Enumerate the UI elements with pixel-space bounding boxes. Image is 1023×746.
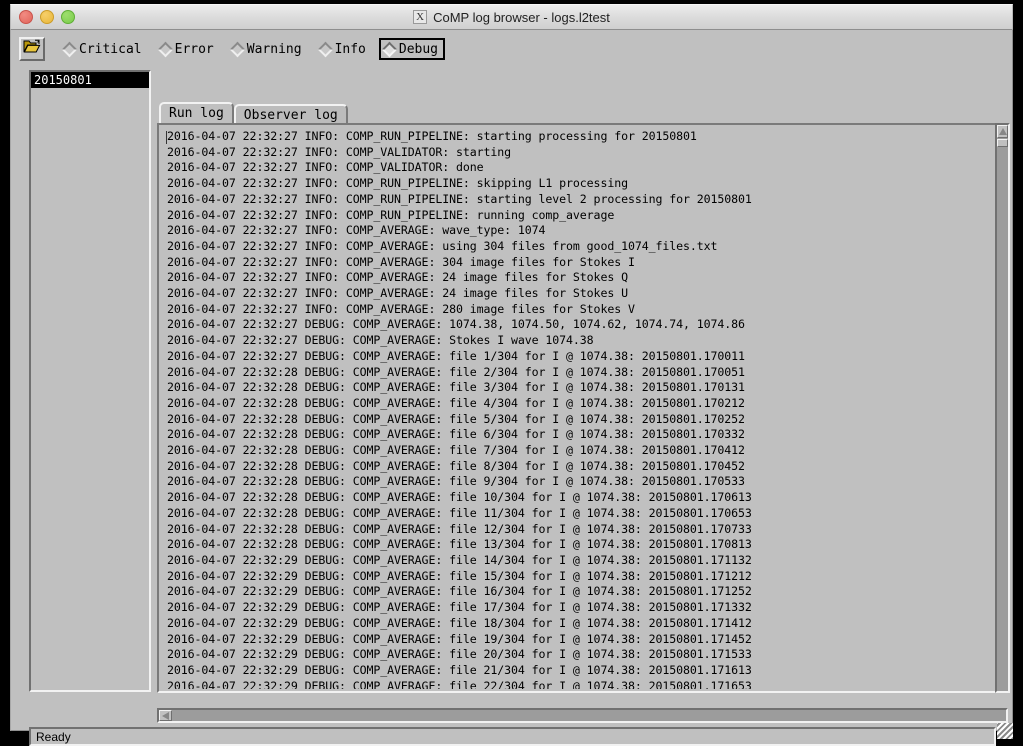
log-line: 2016-04-07 22:32:28 DEBUG: COMP_AVERAGE:… — [167, 427, 1004, 443]
log-line: 2016-04-07 22:32:29 DEBUG: COMP_AVERAGE:… — [167, 600, 1004, 616]
log-line: 2016-04-07 22:32:27 INFO: COMP_AVERAGE: … — [167, 286, 1004, 302]
window-controls — [19, 10, 75, 24]
log-line: 2016-04-07 22:32:28 DEBUG: COMP_AVERAGE:… — [167, 365, 1004, 381]
vertical-scrollbar[interactable] — [995, 123, 1010, 693]
log-line: 2016-04-07 22:32:27 DEBUG: COMP_AVERAGE:… — [167, 317, 1004, 333]
log-line: 2016-04-07 22:32:29 DEBUG: COMP_AVERAGE:… — [167, 632, 1004, 648]
title-bar: X CoMP log browser - logs.l2test — [10, 4, 1013, 30]
window-title-group: X CoMP log browser - logs.l2test — [11, 10, 1012, 25]
horizontal-scrollbar[interactable] — [157, 708, 1008, 723]
log-level-label: Debug — [399, 42, 438, 57]
log-line: 2016-04-07 22:32:29 DEBUG: COMP_AVERAGE:… — [167, 647, 1004, 663]
log-level-info[interactable]: Info — [315, 38, 373, 60]
minimize-button[interactable] — [40, 10, 54, 24]
log-line: 2016-04-07 22:32:28 DEBUG: COMP_AVERAGE:… — [167, 380, 1004, 396]
close-button[interactable] — [19, 10, 33, 24]
log-line: 2016-04-07 22:32:28 DEBUG: COMP_AVERAGE:… — [167, 412, 1004, 428]
scroll-up-icon — [999, 128, 1007, 135]
log-line: 2016-04-07 22:32:27 INFO: COMP_RUN_PIPEL… — [167, 192, 1004, 208]
list-item[interactable]: 20150801 — [31, 72, 149, 88]
log-level-label: Warning — [247, 42, 302, 57]
resize-grip[interactable] — [997, 723, 1013, 739]
log-line: 2016-04-07 22:32:27 INFO: COMP_AVERAGE: … — [167, 255, 1004, 271]
application-window: X CoMP log browser - logs.l2test Crit — [10, 4, 1013, 731]
radio-diamond-icon — [157, 41, 173, 57]
open-folder-icon — [23, 39, 41, 59]
log-line: 2016-04-07 22:32:27 INFO: COMP_VALIDATOR… — [167, 160, 1004, 176]
log-panel: 2016-04-07 22:32:27 INFO: COMP_RUN_PIPEL… — [157, 123, 1008, 693]
radio-diamond-icon — [317, 41, 333, 57]
log-line: 2016-04-07 22:32:29 DEBUG: COMP_AVERAGE:… — [167, 679, 1004, 689]
log-line: 2016-04-07 22:32:27 INFO: COMP_VALIDATOR… — [167, 145, 1004, 161]
client-area: Critical Error Warning Info Debug 201508… — [10, 30, 1013, 731]
scroll-left-button[interactable] — [159, 710, 172, 721]
date-list[interactable]: 20150801 — [29, 70, 151, 692]
x11-app-icon: X — [413, 10, 427, 24]
log-line: 2016-04-07 22:32:27 DEBUG: COMP_AVERAGE:… — [167, 349, 1004, 365]
toolbar: Critical Error Warning Info Debug — [15, 34, 451, 64]
log-line: 2016-04-07 22:32:29 DEBUG: COMP_AVERAGE:… — [167, 663, 1004, 679]
log-line: 2016-04-07 22:32:27 INFO: COMP_RUN_PIPEL… — [167, 129, 1004, 145]
log-level-warning[interactable]: Warning — [227, 38, 309, 60]
log-level-error[interactable]: Error — [155, 38, 221, 60]
log-line: 2016-04-07 22:32:29 DEBUG: COMP_AVERAGE:… — [167, 553, 1004, 569]
log-line: 2016-04-07 22:32:28 DEBUG: COMP_AVERAGE:… — [167, 490, 1004, 506]
log-text-area[interactable]: 2016-04-07 22:32:27 INFO: COMP_RUN_PIPEL… — [161, 127, 1004, 689]
window-title: CoMP log browser - logs.l2test — [433, 10, 610, 25]
log-line: 2016-04-07 22:32:27 INFO: COMP_AVERAGE: … — [167, 270, 1004, 286]
scroll-left-icon — [162, 712, 169, 720]
open-file-button[interactable] — [19, 37, 45, 61]
maximize-button[interactable] — [61, 10, 75, 24]
log-line: 2016-04-07 22:32:27 INFO: COMP_AVERAGE: … — [167, 223, 1004, 239]
log-line: 2016-04-07 22:32:29 DEBUG: COMP_AVERAGE:… — [167, 616, 1004, 632]
status-text: Ready — [36, 730, 71, 744]
tab-strip: Run log Observer log — [159, 102, 348, 124]
vertical-scrollbar-thumb[interactable] — [997, 139, 1008, 147]
log-line: 2016-04-07 22:32:28 DEBUG: COMP_AVERAGE:… — [167, 459, 1004, 475]
radio-diamond-icon — [62, 41, 78, 57]
scroll-up-button[interactable] — [997, 125, 1008, 138]
log-line: 2016-04-07 22:32:27 INFO: COMP_RUN_PIPEL… — [167, 176, 1004, 192]
text-caret — [166, 131, 167, 144]
log-line: 2016-04-07 22:32:27 DEBUG: COMP_AVERAGE:… — [167, 333, 1004, 349]
log-line: 2016-04-07 22:32:29 DEBUG: COMP_AVERAGE:… — [167, 584, 1004, 600]
log-line: 2016-04-07 22:32:28 DEBUG: COMP_AVERAGE:… — [167, 396, 1004, 412]
log-line: 2016-04-07 22:32:28 DEBUG: COMP_AVERAGE:… — [167, 443, 1004, 459]
log-level-label: Info — [335, 42, 366, 57]
log-level-debug[interactable]: Debug — [379, 38, 445, 60]
log-line: 2016-04-07 22:32:27 INFO: COMP_AVERAGE: … — [167, 239, 1004, 255]
tab-run-log[interactable]: Run log — [159, 102, 234, 124]
log-line: 2016-04-07 22:32:27 INFO: COMP_AVERAGE: … — [167, 302, 1004, 318]
log-line: 2016-04-07 22:32:27 INFO: COMP_RUN_PIPEL… — [167, 208, 1004, 224]
radio-diamond-icon — [229, 41, 245, 57]
log-level-critical[interactable]: Critical — [59, 38, 149, 60]
log-line: 2016-04-07 22:32:28 DEBUG: COMP_AVERAGE:… — [167, 474, 1004, 490]
log-line: 2016-04-07 22:32:29 DEBUG: COMP_AVERAGE:… — [167, 569, 1004, 585]
log-line: 2016-04-07 22:32:28 DEBUG: COMP_AVERAGE:… — [167, 537, 1004, 553]
log-line: 2016-04-07 22:32:28 DEBUG: COMP_AVERAGE:… — [167, 506, 1004, 522]
status-bar: Ready — [29, 727, 996, 746]
log-level-label: Critical — [79, 42, 142, 57]
log-level-label: Error — [175, 42, 214, 57]
log-line: 2016-04-07 22:32:28 DEBUG: COMP_AVERAGE:… — [167, 522, 1004, 538]
radio-diamond-icon — [382, 41, 398, 57]
tab-observer-log[interactable]: Observer log — [234, 104, 348, 124]
